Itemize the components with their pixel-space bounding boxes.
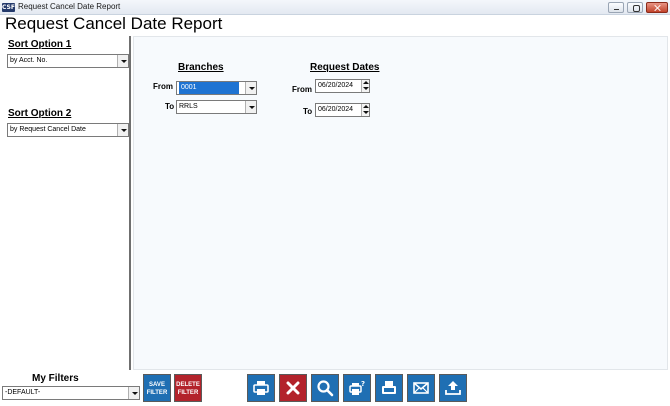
upload-icon: [445, 381, 461, 395]
report-title: Request Cancel Date Report: [5, 14, 223, 33]
fax-icon: [382, 381, 396, 394]
sort-options-panel: Sort Option 1 by Acct. No. Sort Option 2…: [4, 36, 131, 370]
request-dates-from-label: From: [292, 85, 312, 94]
window-titlebar: CSF Request Cancel Date Report: [0, 0, 670, 15]
export-button[interactable]: [439, 374, 467, 402]
request-dates-to-label: To: [303, 107, 313, 116]
branch-to-select[interactable]: RRLS: [176, 100, 257, 114]
branches-from-label: From: [153, 82, 173, 91]
delete-filter-label-1: DELETE: [176, 382, 200, 388]
print-button[interactable]: [247, 374, 275, 402]
request-date-to-value: 06/20/2024: [318, 106, 354, 113]
sort-option-2-label: Sort Option 2: [8, 108, 72, 119]
minimize-button[interactable]: [608, 2, 624, 13]
app-logo-icon: CSF: [2, 3, 15, 12]
criteria-panel: Branches From 0001 To RRLS Request Dates…: [133, 36, 668, 370]
branch-from-value: 0001: [179, 82, 239, 94]
chevron-down-icon[interactable]: [245, 101, 256, 113]
svg-text:?: ?: [361, 380, 365, 388]
my-filters-label: My Filters: [32, 373, 79, 384]
request-date-from-input[interactable]: 06/20/2024: [315, 79, 370, 93]
sort-option-1-value: by Acct. No.: [10, 57, 48, 64]
close-icon: [286, 381, 300, 395]
my-filters-value: -DEFAULT-: [5, 389, 41, 396]
save-filter-button[interactable]: SAVE FILTER: [143, 374, 171, 402]
email-button[interactable]: [407, 374, 435, 402]
cancel-button[interactable]: [279, 374, 307, 402]
print-preview-icon: ?: [349, 380, 365, 395]
request-date-to-input[interactable]: 06/20/2024: [315, 103, 370, 117]
spin-updown-icon[interactable]: [361, 80, 369, 92]
fax-button[interactable]: [375, 374, 403, 402]
request-dates-header: Request Dates: [310, 62, 380, 73]
save-filter-label-2: FILTER: [146, 390, 168, 396]
save-filter-label-1: SAVE: [149, 382, 165, 388]
branch-to-value: RRLS: [179, 103, 198, 110]
chevron-down-icon[interactable]: [117, 55, 128, 67]
delete-filter-button[interactable]: DELETE FILTER: [174, 374, 202, 402]
close-window-button[interactable]: [646, 2, 668, 13]
request-date-from-value: 06/20/2024: [318, 82, 354, 89]
sort-option-1-label: Sort Option 1: [8, 39, 72, 50]
sort-option-1-select[interactable]: by Acct. No.: [7, 54, 129, 68]
sort-option-2-value: by Request Cancel Date: [10, 126, 86, 133]
delete-filter-label-2: FILTER: [177, 390, 199, 396]
search-icon: [317, 380, 334, 397]
my-filters-select[interactable]: -DEFAULT-: [2, 386, 140, 400]
print-preview-button[interactable]: ?: [343, 374, 371, 402]
maximize-button[interactable]: [627, 2, 643, 13]
spin-updown-icon[interactable]: [361, 104, 369, 116]
chevron-down-icon[interactable]: [117, 124, 128, 136]
chevron-down-icon[interactable]: [128, 387, 139, 399]
printer-icon: [253, 381, 269, 395]
window-title: Request Cancel Date Report: [18, 2, 121, 11]
email-icon: [413, 382, 429, 394]
sort-option-2-select[interactable]: by Request Cancel Date: [7, 123, 129, 137]
chevron-down-icon[interactable]: [245, 82, 256, 94]
branch-from-select[interactable]: 0001: [176, 81, 257, 95]
branches-header: Branches: [178, 62, 224, 73]
branches-to-label: To: [165, 102, 175, 111]
search-button[interactable]: [311, 374, 339, 402]
